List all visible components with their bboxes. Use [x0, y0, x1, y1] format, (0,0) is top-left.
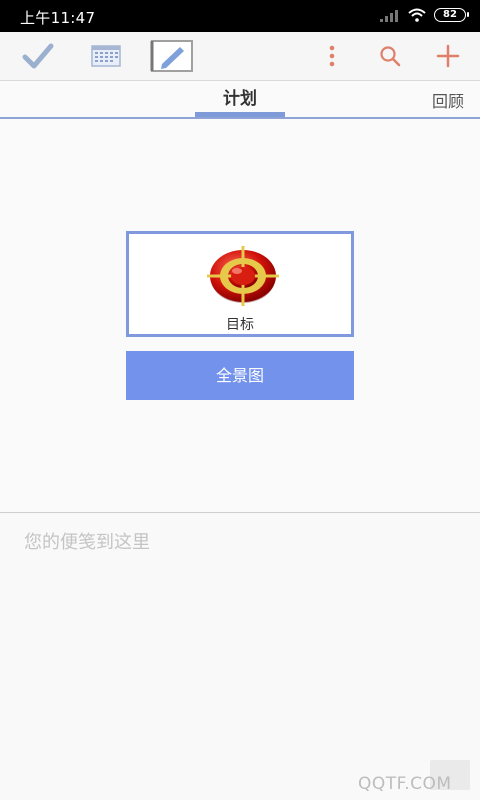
watermark: QQTF.COM [358, 774, 452, 794]
check-icon [22, 43, 54, 69]
panorama-button[interactable]: 全景图 [126, 351, 354, 400]
more-icon [329, 45, 335, 67]
toolbar [0, 32, 480, 80]
tab-review[interactable]: 回顾 [432, 88, 464, 112]
tab-plan[interactable]: 计划 [195, 82, 285, 116]
goal-label: 目标 [226, 317, 254, 333]
status-time: 上午11:47 [20, 9, 96, 27]
add-button[interactable] [430, 32, 466, 80]
edit-button[interactable] [150, 32, 194, 80]
edit-icon [150, 40, 193, 72]
wifi-icon [408, 8, 426, 22]
calendar-button[interactable] [86, 32, 126, 80]
signal-icon [380, 8, 400, 22]
check-button[interactable] [16, 32, 60, 80]
target-icon [207, 246, 279, 306]
status-icons: 82 [380, 8, 469, 22]
add-icon [436, 44, 460, 68]
calendar-icon [91, 45, 121, 67]
search-button[interactable] [374, 32, 406, 80]
battery-indicator: 82 [434, 8, 469, 22]
more-button[interactable] [320, 32, 344, 80]
note-input[interactable] [24, 527, 454, 557]
search-icon [380, 46, 401, 67]
status-bar: 上午11:47 82 [0, 0, 480, 32]
tab-underline [0, 117, 480, 119]
goal-card[interactable]: 目标 [126, 231, 354, 337]
